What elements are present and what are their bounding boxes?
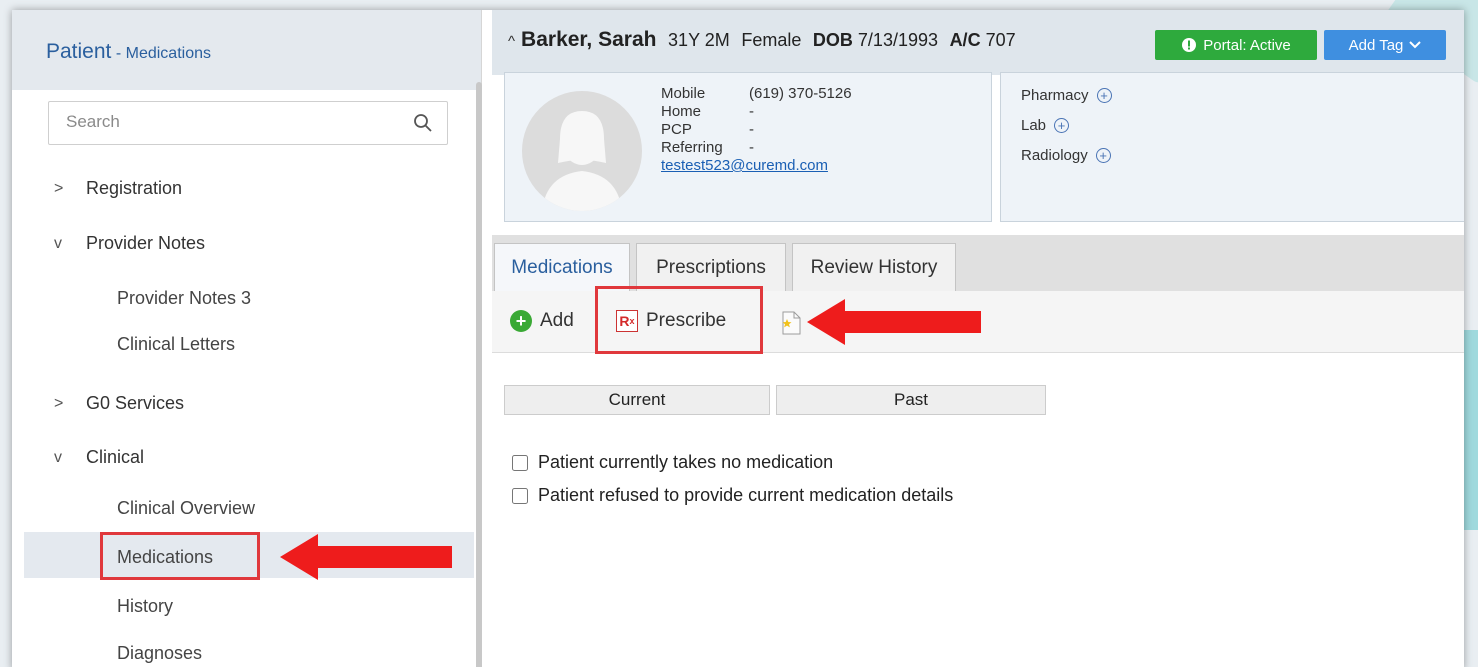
info-icon [1182, 38, 1197, 52]
no-medication-row: Patient currently takes no medication [512, 452, 833, 473]
add-radiology-icon[interactable]: + [1095, 148, 1111, 163]
nav-g0-services[interactable]: > G0 Services [12, 393, 474, 414]
avatar-silhouette-icon [542, 111, 622, 211]
refused-details-label: Patient refused to provide current medic… [538, 485, 954, 505]
add-tag-button[interactable]: Add Tag [1324, 30, 1446, 60]
ac-label: A/C [949, 30, 981, 50]
segment-current[interactable]: Current [504, 385, 770, 415]
annotation-box-medications [100, 532, 260, 580]
add-label: Add [540, 310, 574, 331]
nav-registration[interactable]: > Registration [12, 178, 474, 199]
contact-details: Mobile (619) 370-5126 Home - PCP - Referrin… [661, 85, 852, 175]
collapse-caret-icon[interactable]: ^ [508, 33, 515, 50]
sidebar-header: Patient - Medications [12, 10, 481, 90]
add-lab-icon[interactable]: + [1054, 118, 1070, 133]
nav-clinical[interactable]: v Clinical [12, 447, 474, 468]
main-panel: ^ Barker, Sarah 31Y 2M Female DOB 7/13/199… [492, 10, 1464, 667]
sidebar-scrollbar[interactable] [476, 82, 482, 667]
chevron-down-icon: v [54, 234, 62, 252]
annotation-arrow-icon [280, 534, 452, 580]
no-medication-label: Patient currently takes no medication [538, 452, 834, 472]
contact-row-email: testest523@curemd.com [661, 157, 852, 175]
search-input[interactable] [66, 102, 406, 142]
radiology-row: Radiology + [1021, 147, 1111, 164]
tab-medications[interactable]: Medications [494, 243, 630, 291]
nav-history[interactable]: History [117, 596, 173, 617]
patient-contact-card: Mobile (619) 370-5126 Home - PCP - Referrin… [504, 72, 992, 222]
nav-label: Clinical [86, 447, 145, 467]
sidebar-subtitle: - Medications [111, 45, 211, 62]
contact-row-home: Home - [661, 103, 754, 120]
pcp-value: - [749, 121, 754, 138]
home-number: - [749, 103, 754, 120]
email-link[interactable]: testest523@curemd.com [661, 157, 828, 174]
pharmacy-label: Pharmacy [1021, 87, 1089, 104]
dob-label: DOB [812, 30, 853, 50]
search-box [48, 101, 448, 145]
portal-status-button[interactable]: Portal: Active [1155, 30, 1317, 60]
patient-gender: Female [741, 30, 802, 50]
nav-provider-notes[interactable]: v Provider Notes [12, 233, 474, 254]
avatar [522, 91, 642, 211]
refused-details-row: Patient refused to provide current medic… [512, 485, 953, 506]
lab-label: Lab [1021, 117, 1047, 134]
pharmacy-row: Pharmacy + [1021, 87, 1112, 104]
nav-clinical-letters[interactable]: Clinical Letters [117, 334, 235, 355]
contact-row-referring: Referring - [661, 139, 754, 156]
referring-value: - [749, 139, 754, 156]
patient-header: ^ Barker, Sarah 31Y 2M Female DOB 7/13/199… [492, 10, 1464, 75]
patient-age: 31Y 2M [668, 30, 730, 50]
sidebar-title: Patient [46, 40, 112, 63]
add-pharmacy-icon[interactable]: + [1096, 88, 1112, 103]
mobile-number: (619) 370-5126 [749, 85, 852, 102]
lab-row: Lab + [1021, 117, 1070, 134]
nav-clinical-overview[interactable]: Clinical Overview [117, 498, 255, 519]
radiology-label: Radiology [1021, 147, 1088, 164]
contact-row-pcp: PCP - [661, 121, 754, 138]
chevron-right-icon: > [54, 179, 64, 197]
nav-diagnoses[interactable]: Diagnoses [117, 643, 202, 664]
chevron-down-icon: v [54, 448, 62, 466]
annotation-box-prescribe [595, 286, 763, 354]
tab-prescriptions[interactable]: Prescriptions [636, 243, 786, 291]
patient-name: Barker, Sarah [521, 28, 657, 51]
add-tag-label: Add Tag [1348, 36, 1404, 54]
nav-label: Registration [86, 178, 183, 198]
patient-account: 707 [985, 30, 1016, 50]
sidebar: Patient - Medications > Registration v P… [12, 10, 482, 667]
no-medication-checkbox[interactable] [512, 454, 528, 471]
patient-dob: 7/13/1993 [857, 30, 938, 50]
nav-label: G0 Services [86, 393, 185, 413]
search-icon[interactable] [413, 113, 433, 133]
patient-links-card: Pharmacy + Lab + Radiology + [1000, 72, 1464, 222]
chevron-down-icon [1409, 41, 1422, 49]
app-window: Patient - Medications > Registration v P… [12, 10, 1464, 667]
patient-title: ^ Barker, Sarah 31Y 2M Female DOB 7/13/199… [508, 28, 1016, 52]
new-document-icon[interactable] [780, 311, 802, 335]
tab-review-history[interactable]: Review History [792, 243, 956, 291]
segment-past[interactable]: Past [776, 385, 1046, 415]
annotation-arrow-icon [807, 299, 981, 345]
nav-label: Provider Notes [86, 233, 206, 253]
contact-row-mobile: Mobile (619) 370-5126 [661, 85, 852, 102]
add-circle-icon: + [510, 310, 532, 332]
portal-label: Portal: Active [1203, 36, 1291, 54]
chevron-right-icon: > [54, 394, 64, 412]
nav-provider-notes-3[interactable]: Provider Notes 3 [117, 288, 251, 309]
add-button[interactable]: + Add [510, 310, 574, 332]
refused-details-checkbox[interactable] [512, 487, 528, 504]
